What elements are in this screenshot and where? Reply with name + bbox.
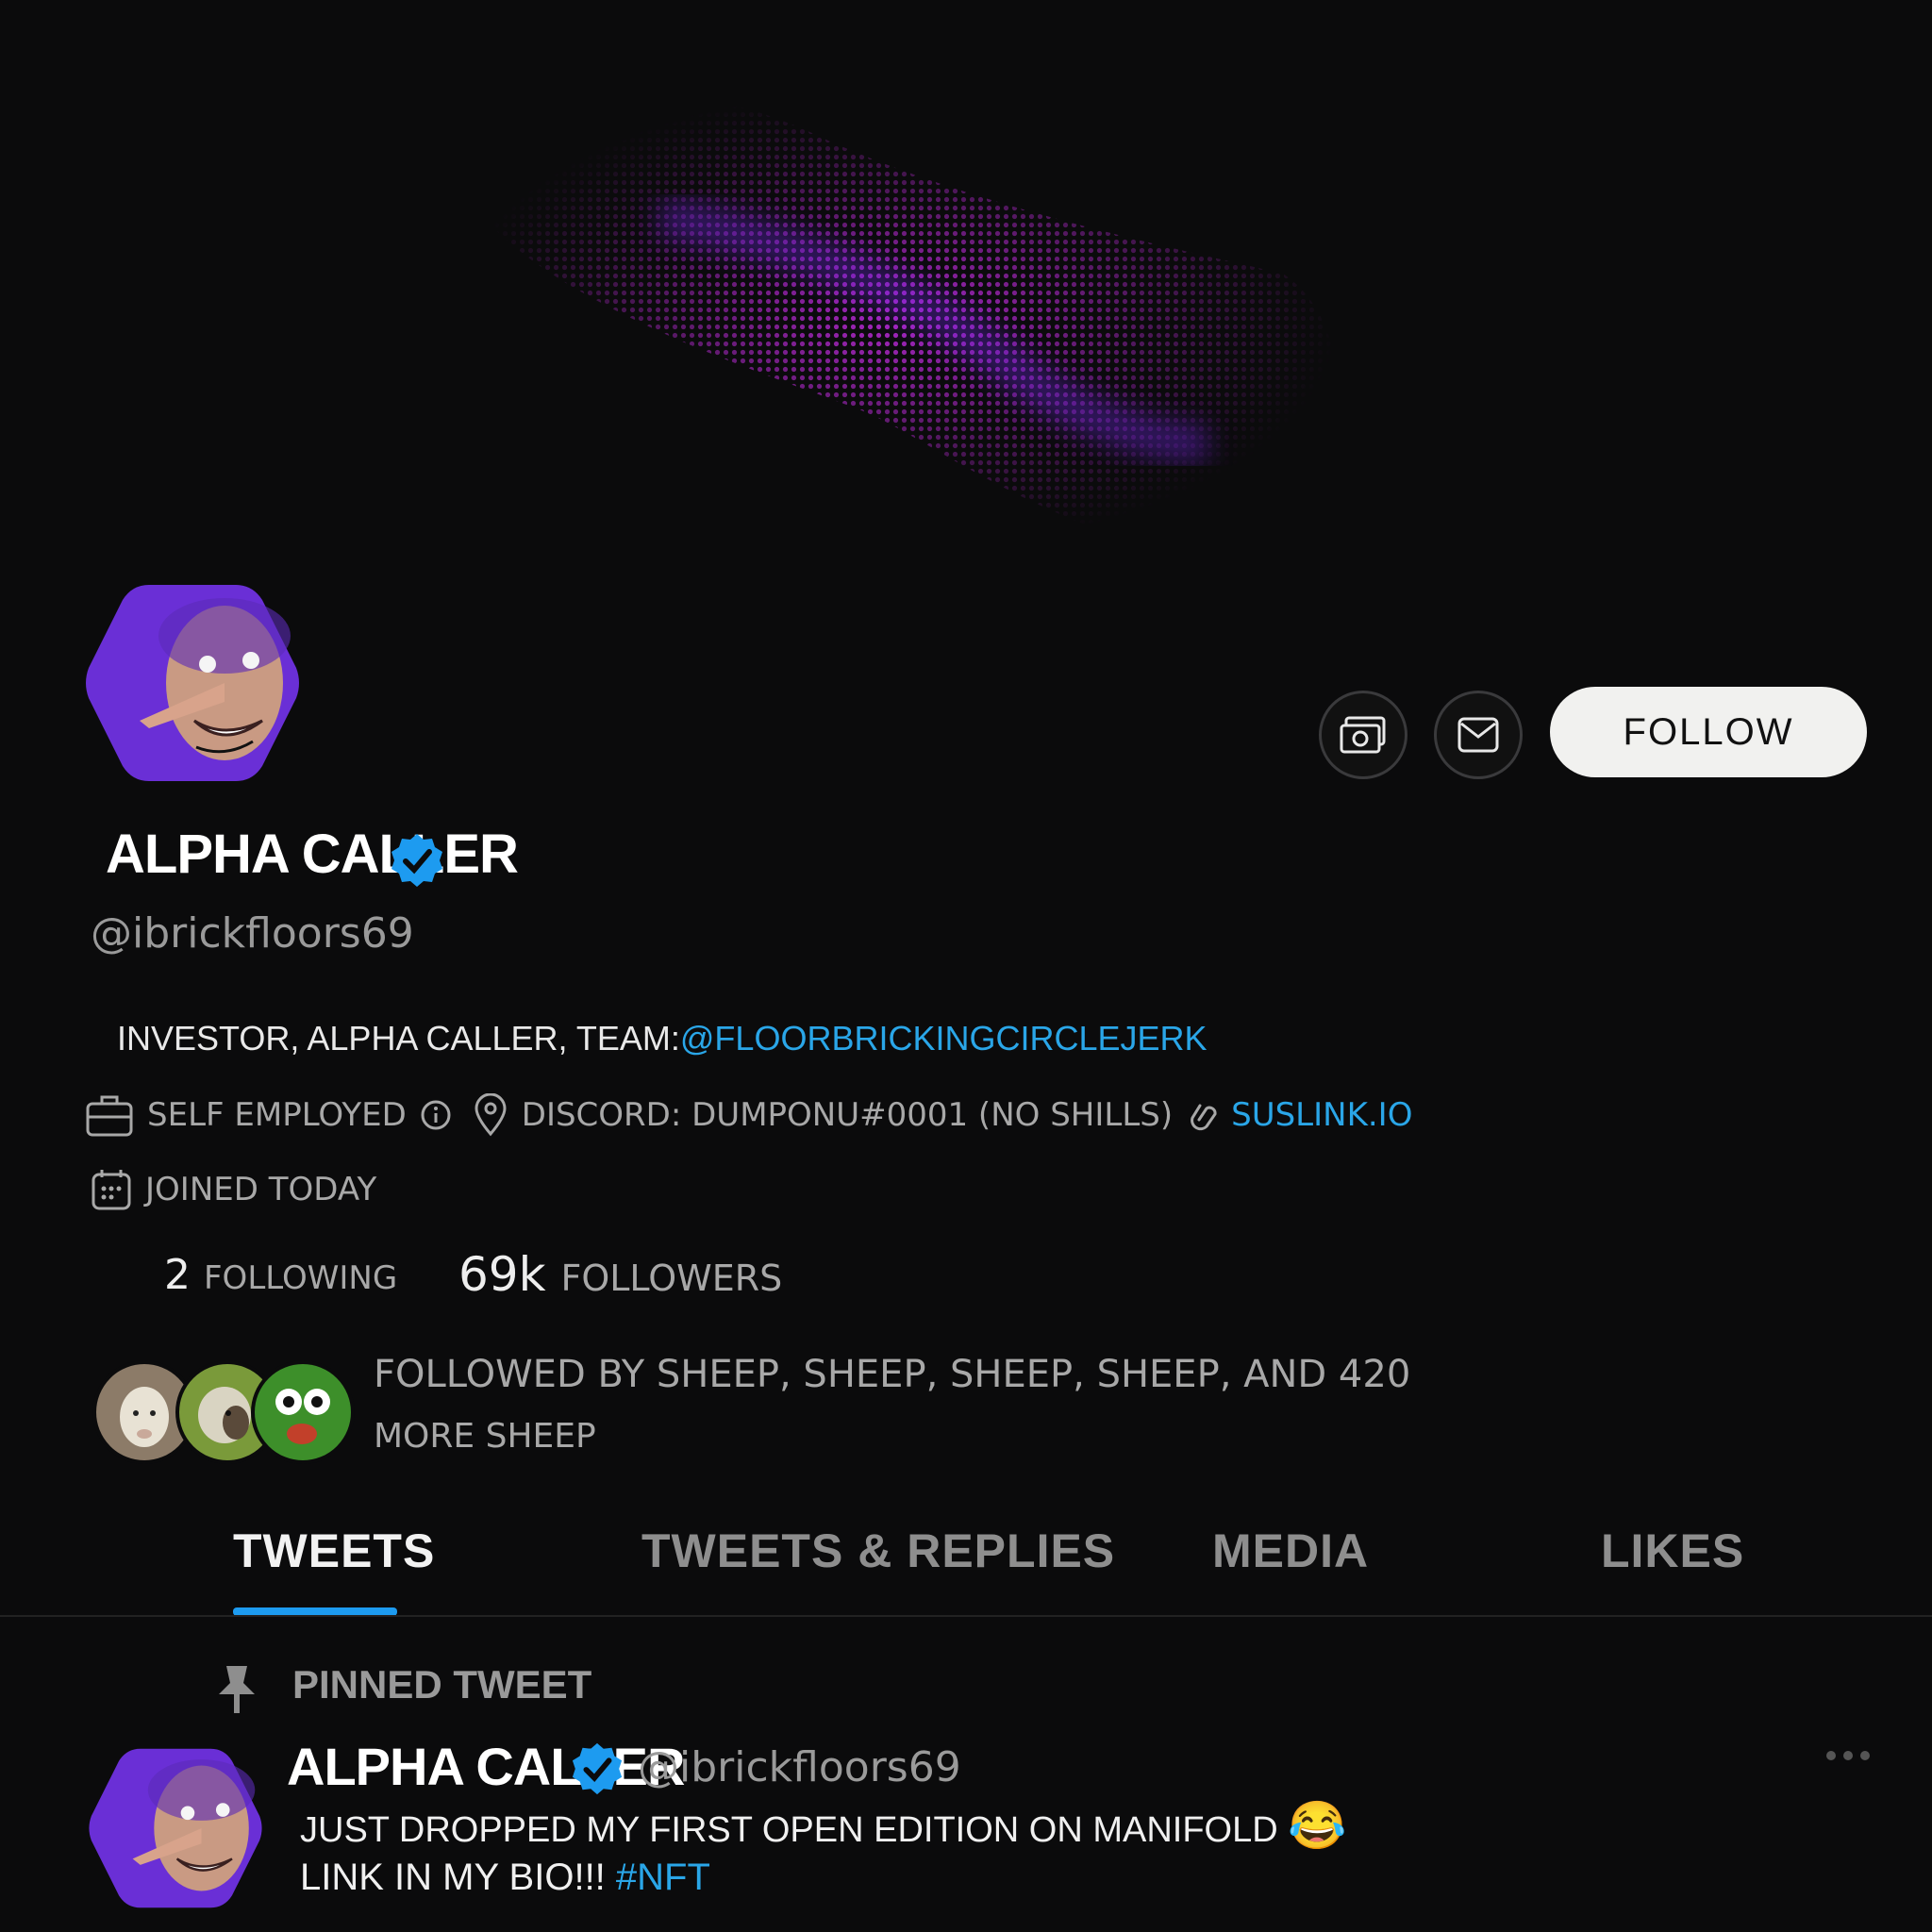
location-text: DISCORD: DUMPONU#0001 (NO SHILLS) — [521, 1096, 1174, 1134]
followers-stat[interactable]: 69k FOLLOWERS — [458, 1247, 782, 1302]
tweet-author-handle[interactable]: @ibrickfloors69 — [638, 1743, 961, 1791]
tab-media[interactable]: MEDIA — [1212, 1524, 1369, 1578]
tabs-divider — [0, 1615, 1932, 1617]
banner-image — [0, 0, 1932, 575]
profile-handle: @ibrickfloors69 — [91, 909, 414, 958]
money-icon — [1340, 716, 1386, 754]
profile-banner — [0, 0, 1932, 575]
tweet-text-line1: JUST DROPPED MY FIRST OPEN EDITION ON MA… — [300, 1798, 1347, 1854]
following-count: 2 — [164, 1251, 191, 1299]
bio-text: INVESTOR, ALPHA CALLER, TEAM: — [117, 1019, 680, 1058]
tab-tweets-replies[interactable]: TWEETS & REPLIES — [641, 1524, 1115, 1578]
profile-avatar[interactable] — [83, 579, 302, 787]
followed-by-text[interactable]: FOLLOWED BY SHEEP, SHEEP, SHEEP, SHEEP, … — [374, 1353, 1410, 1396]
tweet-text-line2: LINK IN MY BIO!!! #NFT — [300, 1857, 710, 1899]
profile-bio: INVESTOR, ALPHA CALLER, TEAM:@FLOORBRICK… — [117, 1019, 1208, 1058]
display-name: ALPHA CALLER — [106, 824, 519, 885]
info-icon[interactable] — [420, 1099, 452, 1131]
calendar-icon — [92, 1170, 131, 1210]
tip-button[interactable] — [1319, 691, 1407, 779]
bio-mention-link[interactable]: @FLOORBRICKINGCIRCLEJERK — [680, 1019, 1208, 1058]
followers-label: FOLLOWERS — [560, 1257, 783, 1299]
follow-button[interactable]: FOLLOW — [1550, 687, 1867, 777]
joined-row: JOINED TODAY — [91, 1168, 376, 1211]
followed-by-more[interactable]: MORE SHEEP — [374, 1417, 596, 1456]
website-link[interactable]: SUSLINK.IO — [1231, 1096, 1412, 1134]
more-horizontal-icon[interactable] — [1824, 1749, 1872, 1762]
tab-likes[interactable]: LIKES — [1601, 1524, 1744, 1578]
hashtag-link[interactable]: #NFT — [616, 1857, 710, 1898]
following-label: FOLLOWING — [204, 1259, 398, 1297]
laughing-emoji-icon: 😂 — [1288, 1799, 1347, 1852]
link-icon — [1191, 1104, 1217, 1131]
follower-avatar[interactable] — [251, 1360, 355, 1464]
joined-text: JOINED TODAY — [145, 1171, 377, 1208]
tweet-text: JUST DROPPED MY FIRST OPEN EDITION ON MA… — [300, 1810, 1278, 1850]
tab-tweets[interactable]: TWEETS — [233, 1524, 435, 1578]
verified-badge-icon — [572, 1742, 623, 1795]
message-button[interactable] — [1434, 691, 1523, 779]
tweet-author-avatar[interactable] — [87, 1743, 264, 1913]
verified-badge-icon — [391, 834, 442, 887]
occupation-text: SELF EMPLOYED — [147, 1096, 407, 1134]
followers-count: 69k — [458, 1247, 546, 1302]
tweet-text: LINK IN MY BIO!!! — [300, 1857, 606, 1898]
briefcase-icon — [86, 1095, 133, 1137]
mail-icon — [1457, 717, 1499, 753]
pin-icon — [219, 1666, 255, 1713]
profile-meta: SELF EMPLOYED DISCORD: DUMPONU#0001 (NO … — [85, 1092, 1412, 1138]
tweet-author-name[interactable]: ALPHA CALLER — [287, 1736, 685, 1797]
location-pin-icon — [475, 1093, 507, 1137]
following-stat[interactable]: 2 FOLLOWING — [164, 1251, 397, 1299]
pinned-label: PINNED TWEET — [292, 1662, 592, 1707]
